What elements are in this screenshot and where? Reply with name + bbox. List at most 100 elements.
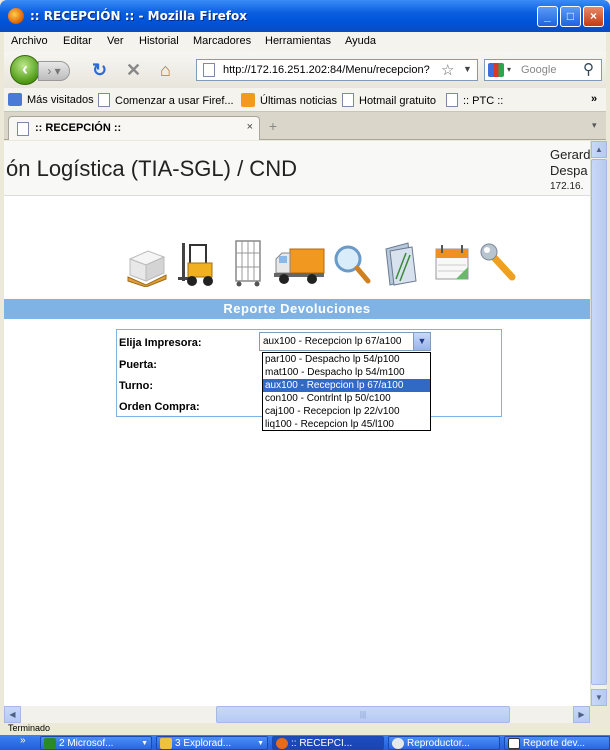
new-tab-button[interactable]: + <box>262 118 284 138</box>
printer-option-selected[interactable]: aux100 - Recepcion lp 67/a100 <box>263 379 430 392</box>
horizontal-scroll-thumb[interactable]: ||| <box>216 706 510 723</box>
page-title: ón Logística (TIA-SGL) / CND <box>6 156 297 181</box>
calendar-icon[interactable] <box>430 239 474 287</box>
menu-ver[interactable]: Ver <box>107 35 124 47</box>
page-icon <box>342 93 354 107</box>
magnifier-icon[interactable] <box>330 239 374 287</box>
firefox-icon <box>276 738 288 749</box>
stop-icon[interactable]: ✕ <box>126 61 141 79</box>
taskbar-item-report[interactable]: Reporte dev... <box>504 736 610 750</box>
search-placeholder: Google <box>521 64 557 76</box>
vertical-scrollbar[interactable]: ▲ ▼ <box>590 141 607 706</box>
home-icon[interactable]: ⌂ <box>160 61 171 79</box>
printer-option[interactable]: liq100 - Recepcion lp 45/l100 <box>263 418 430 431</box>
page-icon <box>17 122 29 136</box>
maximize-button[interactable]: □ <box>560 6 581 27</box>
minimize-button[interactable]: _ <box>537 6 558 27</box>
scroll-up-button[interactable]: ▲ <box>591 141 607 158</box>
page-content: ón Logística (TIA-SGL) / CND Gerardo Des… <box>4 141 590 706</box>
page-header: ón Logística (TIA-SGL) / CND Gerardo Des… <box>4 141 590 196</box>
menu-marcadores[interactable]: Marcadores <box>193 35 251 47</box>
shift-label: Turno: <box>119 380 154 392</box>
media-player-icon <box>392 738 404 749</box>
bookmark-label: Comenzar a usar Firef... <box>115 95 234 107</box>
most-visited-icon <box>8 93 22 106</box>
bookmarks-overflow-button[interactable]: » <box>591 93 597 105</box>
navigation-toolbar: ‹ › ▾ ↻ ✕ ⌂ http://172.16.251.202:84/Men… <box>4 52 606 88</box>
printer-option[interactable]: mat100 - Despacho lp 54/m100 <box>263 366 430 379</box>
module-icon-bar <box>124 239 524 289</box>
bookmark-news[interactable]: Últimas noticias <box>241 93 337 107</box>
url-text[interactable]: http://172.16.251.202:84/Menu/recepcion? <box>223 64 430 76</box>
bookmark-hotmail[interactable]: Hotmail gratuito <box>342 93 436 107</box>
tab-bar: :: RECEPCIÓN :: × + ▾ <box>4 112 606 140</box>
menu-historial[interactable]: Historial <box>139 35 179 47</box>
forklift-icon[interactable] <box>176 239 220 287</box>
url-bar[interactable]: http://172.16.251.202:84/Menu/recepcion?… <box>196 59 478 81</box>
scroll-down-button[interactable]: ▼ <box>591 689 607 706</box>
taskbar-item-explorer[interactable]: 3 Explorad... ▼ <box>156 736 268 750</box>
engine-dropdown-icon[interactable]: ▾ <box>507 65 511 74</box>
search-box[interactable]: ▾ Google ⚲ <box>484 59 602 81</box>
purchase-order-label: Orden Compra: <box>119 401 200 413</box>
firefox-icon <box>8 8 24 24</box>
tab-recepcion[interactable]: :: RECEPCIÓN :: × <box>8 116 260 140</box>
forward-button[interactable]: › ▾ <box>38 61 70 81</box>
scroll-left-button[interactable]: ◀ <box>4 706 21 723</box>
bookmark-most-visited[interactable]: Más visitados <box>8 93 94 106</box>
bookmark-ptc[interactable]: :: PTC :: <box>446 93 503 107</box>
printer-option[interactable]: caj100 - Recepcion lp 22/v100 <box>263 405 430 418</box>
bookmark-start[interactable]: Comenzar a usar Firef... <box>98 93 234 107</box>
taskbar-item-firefox[interactable]: :: RECEPCI... <box>272 736 384 750</box>
tab-list-icon[interactable]: ▾ <box>592 120 597 131</box>
printer-label: Elija Impresora: <box>119 337 202 349</box>
printer-option[interactable]: par100 - Despacho lp 54/p100 <box>263 353 430 366</box>
taskbar-label: 3 Explorad... <box>175 738 232 749</box>
taskbar-label: Reporte dev... <box>523 738 586 749</box>
google-icon[interactable] <box>488 63 504 77</box>
taskbar-label: :: RECEPCI... <box>291 738 353 749</box>
page-icon <box>98 93 110 107</box>
menu-archivo[interactable]: Archivo <box>11 35 48 47</box>
tab-close-button[interactable]: × <box>247 121 253 133</box>
page-icon <box>203 63 215 77</box>
user-role: Despa <box>550 163 588 178</box>
page-icon <box>446 93 458 107</box>
cage-cart-icon[interactable] <box>226 239 270 287</box>
bookmark-label: :: PTC :: <box>463 95 504 107</box>
menu-editar[interactable]: Editar <box>63 35 92 47</box>
bookmark-label: Hotmail gratuito <box>359 95 437 107</box>
vertical-scroll-thumb[interactable] <box>591 159 607 685</box>
printer-select[interactable]: aux100 - Recepcion lp 67/a100 ▼ <box>259 332 431 351</box>
back-button[interactable]: ‹ <box>10 55 40 85</box>
window-title: :: RECEPCIÓN :: - Mozilla Firefox <box>30 9 247 23</box>
door-label: Puerta: <box>119 359 157 371</box>
truck-icon[interactable] <box>272 239 326 287</box>
wrench-icon[interactable] <box>478 239 522 287</box>
bookmark-star-icon[interactable]: ☆ <box>441 61 454 79</box>
folders-icon[interactable] <box>378 239 422 287</box>
scroll-right-button[interactable]: ▶ <box>573 706 590 723</box>
taskbar-item-word[interactable]: 2 Microsof... ▼ <box>40 736 152 750</box>
reload-icon[interactable]: ↻ <box>92 61 107 79</box>
user-ip: 172.16. <box>550 181 584 192</box>
close-window-button[interactable]: × <box>583 6 604 27</box>
chevron-down-icon[interactable]: ▼ <box>413 333 430 350</box>
taskbar-item-media-player[interactable]: Reproductor... <box>388 736 500 750</box>
menu-bar: Archivo Editar Ver Historial Marcadores … <box>4 32 606 52</box>
printer-option[interactable]: con100 - Contrlnt lp 50/c100 <box>263 392 430 405</box>
url-dropdown-icon[interactable]: ▼ <box>463 64 472 74</box>
search-icon[interactable]: ⚲ <box>583 60 594 78</box>
word-doc-icon <box>508 738 520 749</box>
user-name: Gerardo <box>550 147 590 162</box>
excel-icon <box>44 738 56 749</box>
menu-ayuda[interactable]: Ayuda <box>345 35 376 47</box>
pallet-icon[interactable] <box>124 239 168 287</box>
chevron-down-icon: ▼ <box>257 740 264 747</box>
window-titlebar: :: RECEPCIÓN :: - Mozilla Firefox _ □ × <box>0 0 610 32</box>
menu-herramientas[interactable]: Herramientas <box>265 35 331 47</box>
printer-dropdown-list: par100 - Despacho lp 54/p100 mat100 - De… <box>262 352 431 431</box>
horizontal-scrollbar[interactable]: ◀ ||| ▶ <box>4 706 590 723</box>
quicklaunch-overflow-icon[interactable]: » <box>20 735 26 746</box>
bookmarks-bar: Más visitados Comenzar a usar Firef... Ú… <box>4 88 606 112</box>
